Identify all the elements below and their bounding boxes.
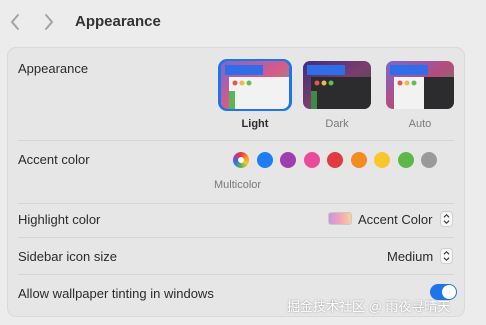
accent-selected-label: Multicolor — [214, 179, 262, 191]
page-title: Appearance — [75, 13, 161, 30]
accent-swatch[interactable] — [397, 152, 414, 168]
accent-swatch[interactable] — [421, 152, 437, 168]
appearance-label: Appearance — [18, 61, 89, 76]
accent-swatch[interactable] — [374, 152, 390, 168]
appearance-option-auto[interactable] — [386, 61, 454, 109]
toolbar: Appearance — [0, 0, 486, 46]
divider — [18, 140, 454, 141]
accent-swatch[interactable] — [350, 152, 367, 168]
highlight-swatch — [328, 212, 352, 225]
highlight-value: Accent Color — [358, 212, 433, 227]
watermark: 掘金技术社区 @ 雨夜寻晴天 — [287, 299, 451, 314]
settings-card: Appearance Light Dark Auto Accent color … — [7, 47, 465, 317]
accent-color-label: Accent color — [18, 152, 90, 167]
accent-swatch[interactable] — [280, 152, 296, 168]
appearance-option-dark-label[interactable]: Dark — [300, 118, 374, 130]
appearance-option-light-label[interactable]: Light — [218, 118, 292, 130]
highlight-color-label: Highlight color — [18, 212, 101, 227]
sidebar-icon-size-label: Sidebar icon size — [18, 249, 117, 264]
sidebar-icon-size-value: Medium — [387, 249, 434, 264]
up-down-chevron-icon — [440, 211, 453, 227]
accent-swatch[interactable] — [256, 152, 273, 168]
chevron-right-icon[interactable] — [42, 12, 56, 32]
up-down-chevron-icon — [440, 248, 453, 264]
divider — [18, 274, 454, 275]
appearance-option-light[interactable] — [221, 61, 289, 109]
divider — [18, 237, 454, 238]
accent-swatch[interactable] — [303, 152, 320, 168]
wallpaper-tinting-label: Allow wallpaper tinting in windows — [18, 286, 214, 301]
accent-swatch[interactable] — [327, 152, 343, 168]
appearance-option-auto-label[interactable]: Auto — [383, 118, 457, 130]
divider — [18, 203, 454, 204]
chevron-left-icon[interactable] — [8, 12, 22, 32]
appearance-option-dark[interactable] — [303, 61, 371, 109]
multicolor-selected-dot — [238, 157, 244, 163]
accent-swatch-multicolor[interactable] — [233, 152, 249, 168]
